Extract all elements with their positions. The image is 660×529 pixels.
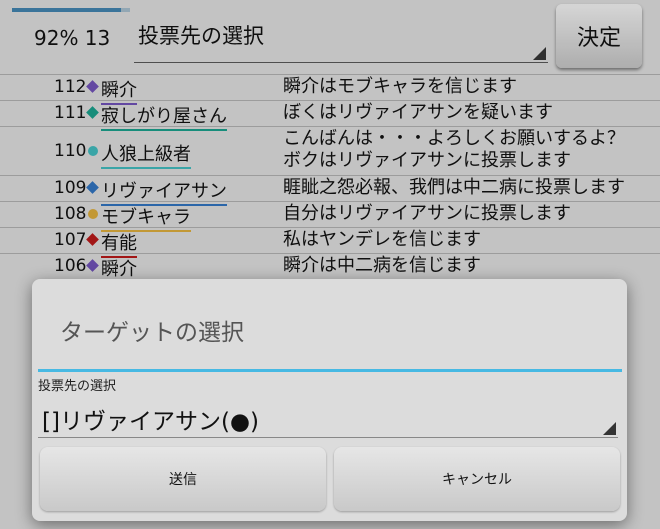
dialog-title: ターゲットの選択 — [60, 320, 244, 346]
cancel-button[interactable]: キャンセル — [334, 447, 620, 511]
dialog-title-divider — [38, 369, 622, 372]
target-spinner[interactable]: []リヴァイアサン(●) — [38, 393, 618, 438]
selected-target: []リヴァイアサン(●) — [42, 409, 259, 435]
target-dialog: ターゲットの選択 投票先の選択 []リヴァイアサン(●) 送信 キャンセル — [32, 279, 627, 521]
send-button[interactable]: 送信 — [40, 447, 326, 511]
dropdown-arrow-icon — [603, 422, 616, 435]
field-label: 投票先の選択 — [38, 379, 117, 394]
